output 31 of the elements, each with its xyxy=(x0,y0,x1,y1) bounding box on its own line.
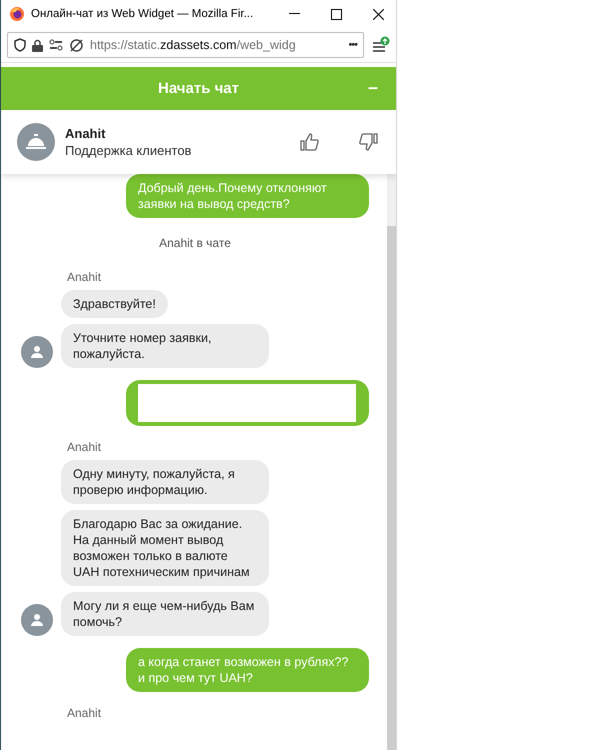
agent-message: Благодарю Вас за ожидание. На данный момент вывод возможен только в валюте UAH потехническим причинам xyxy=(61,510,269,586)
autoplay-blocked-icon xyxy=(69,38,84,52)
shield-icon xyxy=(14,38,26,52)
window-title: Онлайн-чат из Web Widget — Mozilla Fir... xyxy=(31,8,254,20)
lock-icon xyxy=(32,38,43,52)
agent-name: Anahit xyxy=(65,126,106,141)
visitor-message: Добрый день.Почему отклоняют заявки на вывод средств? xyxy=(126,174,369,218)
visitor-message: а когда станет возможен в рублях?? и про чем тут UAH? xyxy=(126,648,369,692)
agent-role: Поддержка клиентов xyxy=(65,143,192,158)
scrollbar-thumb[interactable] xyxy=(387,226,396,750)
menu-icon[interactable] xyxy=(372,36,390,54)
agent-message: Могу ли я еще чем-нибудь Вам помочь? xyxy=(61,592,269,636)
sender-name: Anahit xyxy=(67,440,102,454)
header-title: Начать чат xyxy=(158,80,239,97)
agent-message: Здравствуйте! xyxy=(61,290,168,318)
url-text: https://static.zdassets.com/web_widg xyxy=(90,38,297,52)
sender-name: Anahit xyxy=(67,706,102,720)
minimize-icon xyxy=(288,13,300,15)
person-icon xyxy=(30,613,44,627)
more-button[interactable]: ••• xyxy=(348,39,357,51)
close-icon xyxy=(372,8,384,20)
sender-name: Anahit xyxy=(67,270,102,284)
browser-logo-icon xyxy=(9,6,25,22)
maximize-icon xyxy=(330,8,342,20)
bell-icon xyxy=(26,134,46,150)
address-field[interactable]: https://static.zdassets.com/web_widg ••• xyxy=(7,32,364,58)
agent-message: Уточните номер заявки, пожалуйста. xyxy=(61,324,269,368)
person-icon xyxy=(30,345,44,359)
chat-status: Anahit в чате xyxy=(159,236,231,250)
agent-message: Одну минуту, пожалуйста, я проверю информацию. xyxy=(61,460,269,504)
permissions-icon xyxy=(49,39,63,51)
